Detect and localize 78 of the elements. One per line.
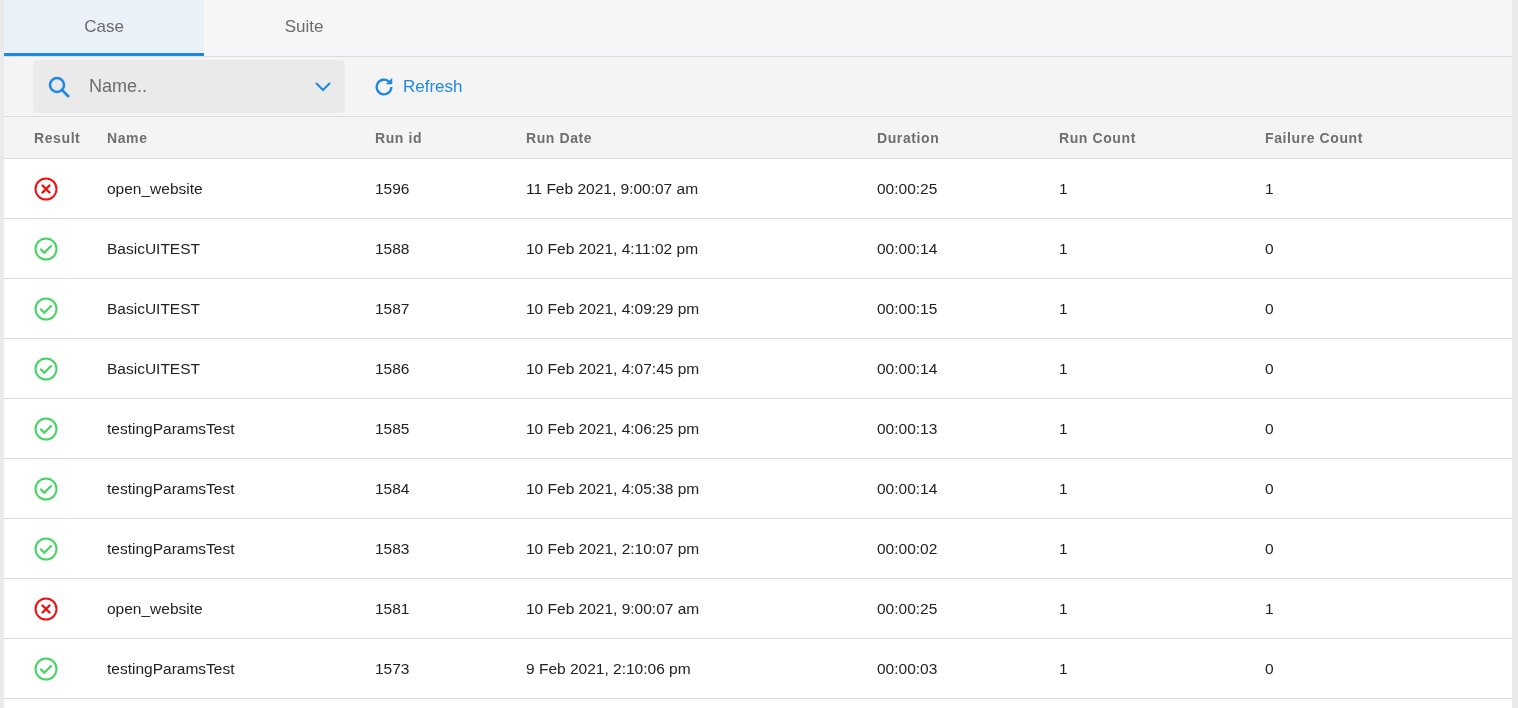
check-icon <box>34 236 58 261</box>
column-header: Duration <box>877 129 941 146</box>
table-cell-text: 0 <box>1265 479 1275 498</box>
table-cell-text: testingParamsTest <box>107 419 236 438</box>
table-cell-text: 10 Feb 2021, 4:09:29 pm <box>526 299 701 318</box>
check-icon <box>34 476 58 501</box>
table-cell-text: 00:00:03 <box>877 659 939 678</box>
table-cell-text: 00:00:13 <box>877 419 939 438</box>
table-cell-text: 10 Feb 2021, 2:10:07 pm <box>526 539 701 558</box>
table-cell-text: 1583 <box>375 539 411 558</box>
check-icon <box>34 356 58 381</box>
table-cell-text: testingParamsTest <box>107 659 236 678</box>
table-cell-text: open_website <box>107 179 204 198</box>
table-cell-text: 1 <box>1059 539 1069 558</box>
table-cell-text: 1596 <box>375 179 411 198</box>
table-cell-text: 00:00:14 <box>877 359 939 378</box>
table-cell-text: 00:00:14 <box>877 479 939 498</box>
table-cell-text: 1 <box>1059 659 1069 678</box>
table-cell-text: 0 <box>1265 539 1275 558</box>
table-cell-text: 1 <box>1265 179 1275 198</box>
search-field[interactable]: Name.. <box>33 60 345 113</box>
error-icon <box>34 176 58 201</box>
search-icon <box>47 74 71 99</box>
table-cell-text: 00:00:14 <box>877 239 939 258</box>
table-cell-text: 0 <box>1265 239 1275 258</box>
column-header: Run Date <box>526 129 594 146</box>
check-icon <box>34 296 58 321</box>
column-header: Run Count <box>1059 129 1137 146</box>
table-cell-text: 0 <box>1265 359 1275 378</box>
table-cell-text: open_website <box>107 599 204 618</box>
table-cell-text: 10 Feb 2021, 4:05:38 pm <box>526 479 701 498</box>
table-cell-text: BasicUITEST <box>107 299 201 318</box>
column-header: Run id <box>375 129 424 146</box>
check-icon <box>34 656 58 681</box>
column-header: Result <box>34 129 82 146</box>
table-cell-text: 00:00:02 <box>877 539 939 558</box>
table-cell-text: 00:00:25 <box>877 599 939 618</box>
check-icon <box>34 416 58 441</box>
table-cell-text: 1581 <box>375 599 411 618</box>
error-icon <box>34 596 58 621</box>
tab[interactable]: Suite <box>204 0 404 56</box>
table-cell-text: 1 <box>1059 299 1069 318</box>
table-cell-text: 1585 <box>375 419 411 438</box>
table-cell-text: 1 <box>1059 599 1069 618</box>
table-cell-text: 00:00:15 <box>877 299 939 318</box>
table-cell-text: 11 Feb 2021, 9:00:07 am <box>526 179 700 198</box>
table-cell-text: 10 Feb 2021, 4:11:02 pm <box>526 239 700 258</box>
table-cell-text: testingParamsTest <box>107 479 236 498</box>
table-cell-text: 1584 <box>375 479 411 498</box>
table-cell-text: 1 <box>1265 599 1275 618</box>
table-cell-text: 10 Feb 2021, 4:07:45 pm <box>526 359 701 378</box>
refresh-button[interactable]: Refresh <box>373 75 463 98</box>
column-header: Failure Count <box>1265 129 1365 146</box>
chevron-down-icon <box>315 81 331 92</box>
table-cell-text: 00:00:25 <box>877 179 939 198</box>
table-cell-text: 0 <box>1265 419 1275 438</box>
table-cell-text: 1586 <box>375 359 411 378</box>
table-cell-text: 9 Feb 2021, 2:10:06 pm <box>526 659 692 678</box>
table-cell-text: BasicUITEST <box>107 359 201 378</box>
table-cell-text: 1 <box>1059 239 1069 258</box>
tab[interactable]: Case <box>4 0 204 56</box>
table-cell-text: 1 <box>1059 419 1069 438</box>
table-cell-text: 1 <box>1059 359 1069 378</box>
table-cell-text: 1587 <box>375 299 411 318</box>
search-input[interactable]: Name.. <box>87 75 299 98</box>
table-cell-text: 10 Feb 2021, 4:06:25 pm <box>526 419 701 438</box>
column-header: Name <box>107 129 149 146</box>
check-icon <box>34 536 58 561</box>
table-cell-text: 0 <box>1265 659 1275 678</box>
table-cell-text: 1573 <box>375 659 411 678</box>
table-cell-text: 1 <box>1059 179 1069 198</box>
table-cell-text: 1 <box>1059 479 1069 498</box>
table-cell-text: 1588 <box>375 239 411 258</box>
table-cell-text: 0 <box>1265 299 1275 318</box>
table-cell-text: BasicUITEST <box>107 239 201 258</box>
refresh-icon <box>373 75 395 98</box>
table-cell-text: 10 Feb 2021, 9:00:07 am <box>526 599 701 618</box>
table-cell-text: testingParamsTest <box>107 539 236 558</box>
